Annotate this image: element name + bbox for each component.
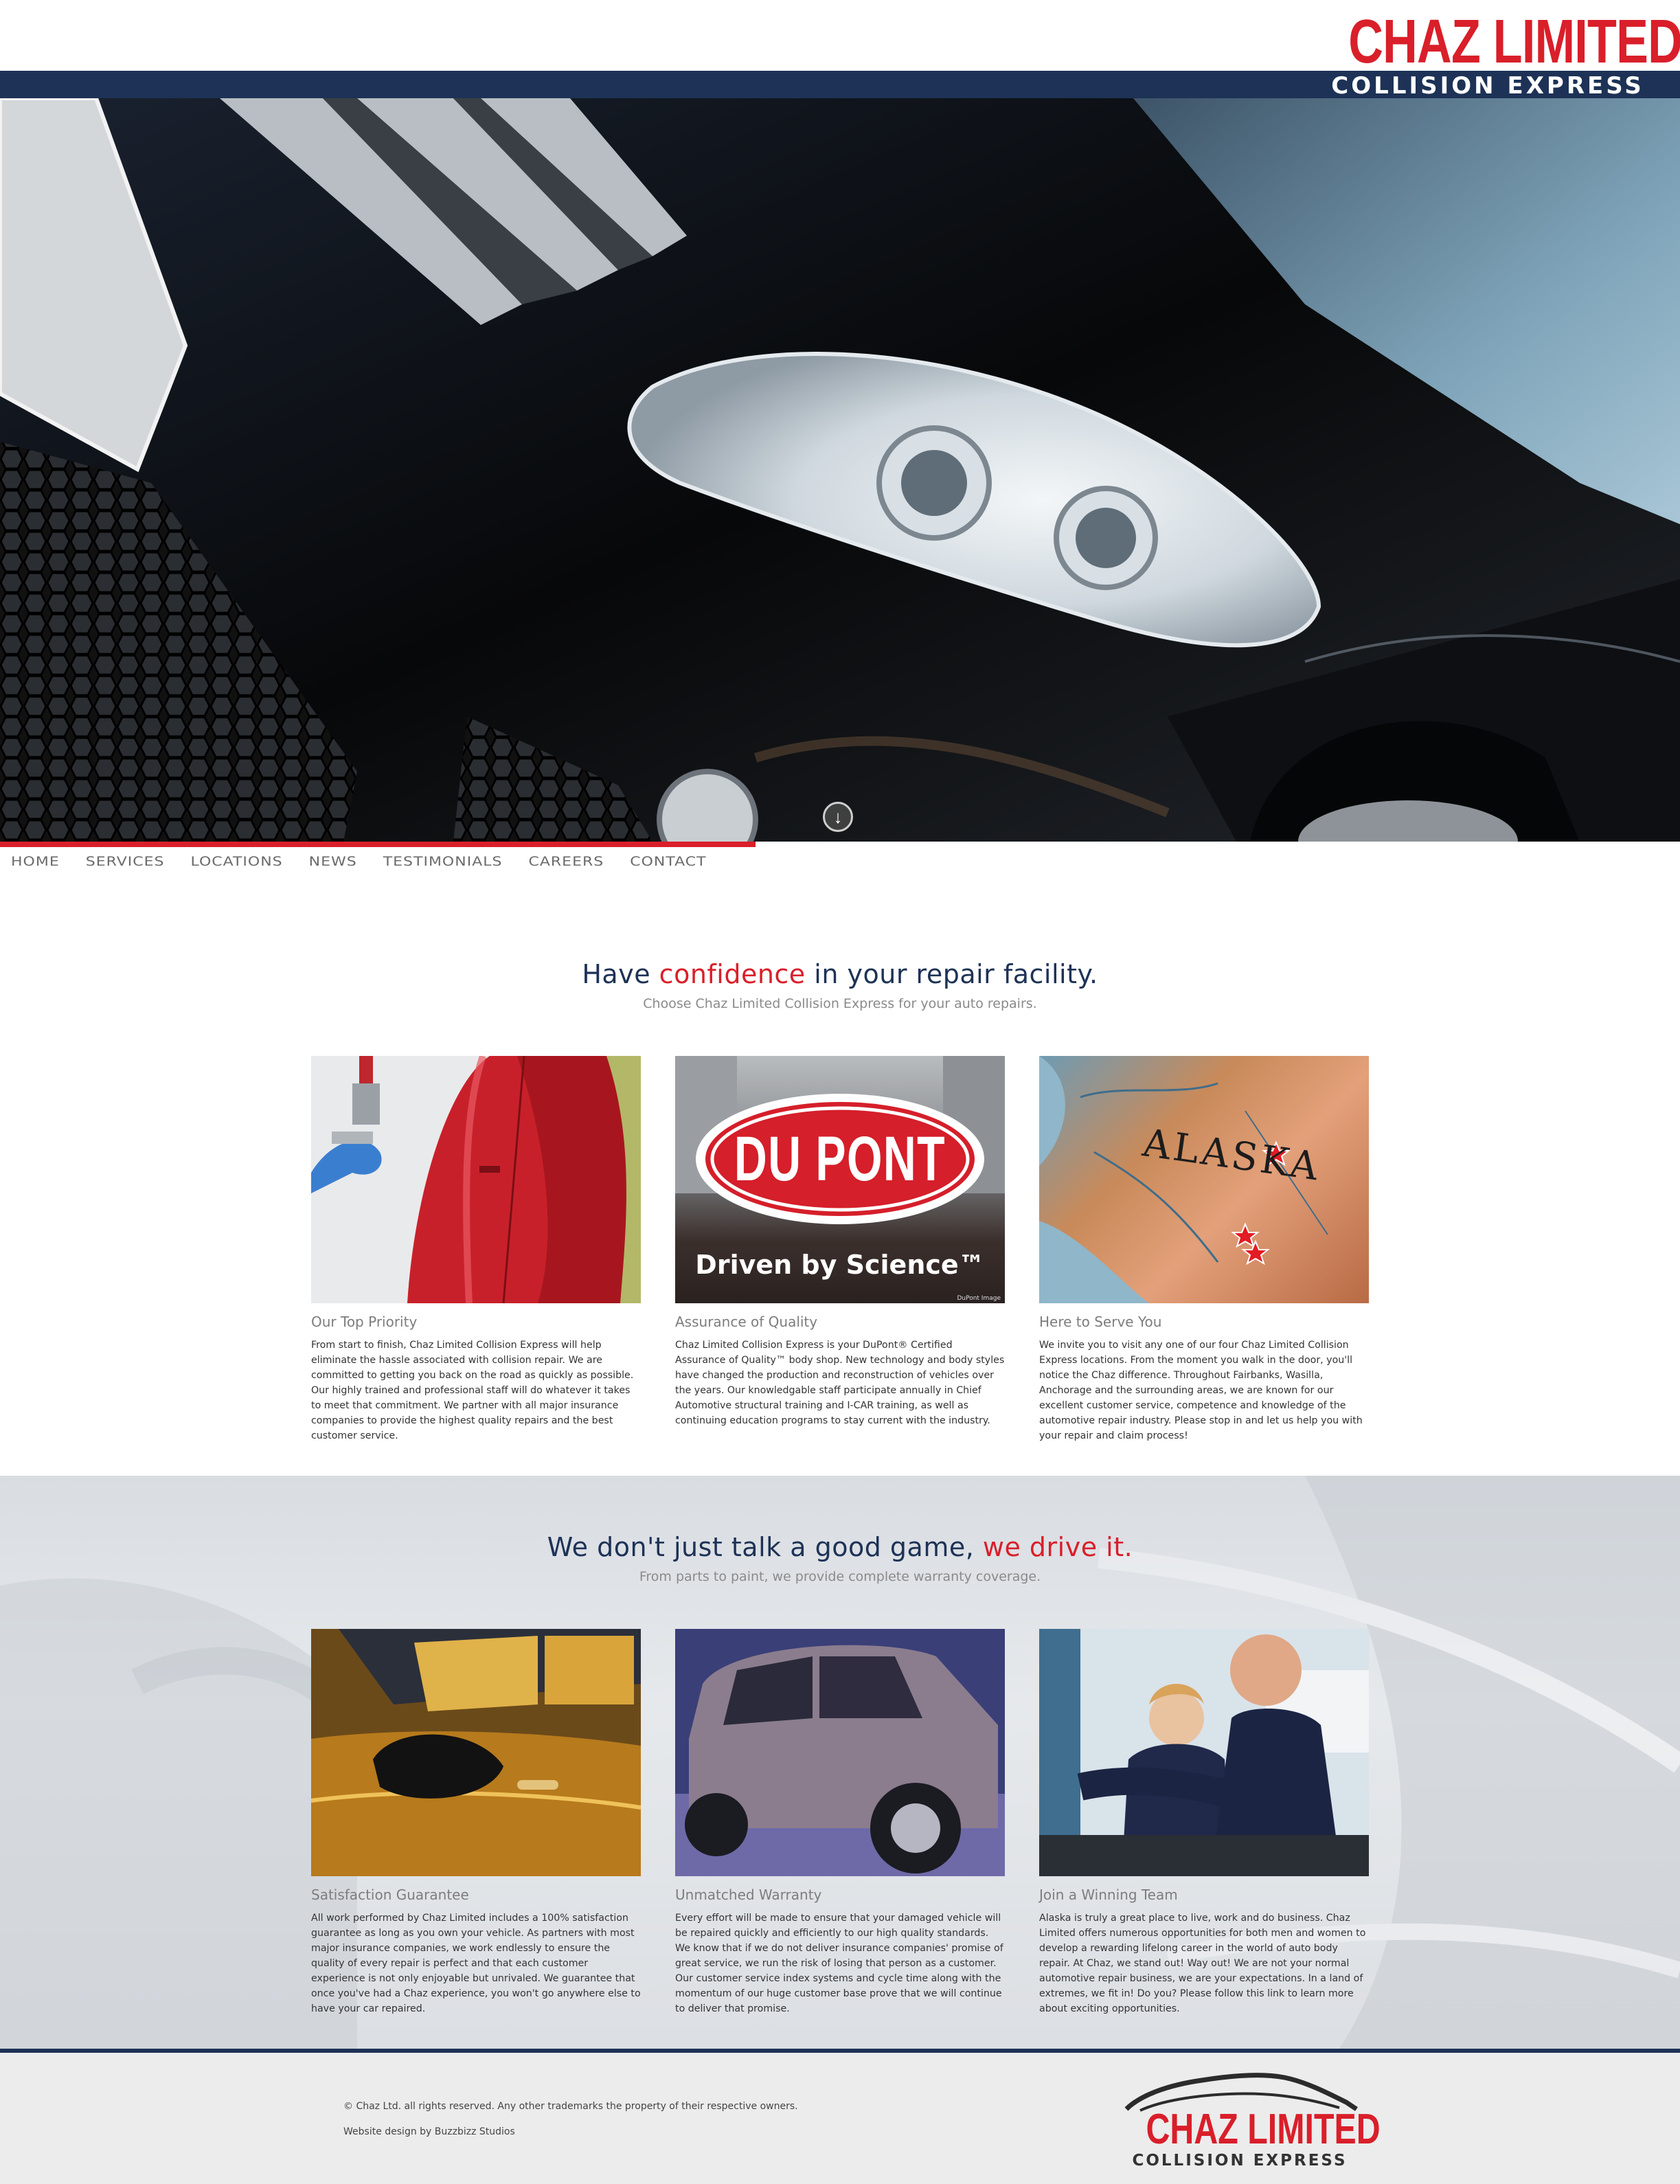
- section2-title-pre: We don't just talk a good game,: [547, 1532, 983, 1562]
- card-satisfaction-guarantee: Satisfaction Guarantee All work performe…: [311, 1629, 641, 2016]
- section1-title: Have confidence in your repair facility.: [0, 959, 1680, 989]
- card-image-painting: [311, 1056, 641, 1303]
- card-image-mechanics: [1039, 1629, 1369, 1876]
- section1-title-pre: Have: [582, 959, 659, 989]
- section2-title: We don't just talk a good game, we drive…: [0, 1532, 1680, 1562]
- card-title: Join a Winning Team: [1039, 1887, 1178, 1903]
- card-text: From start to finish, Chaz Limited Colli…: [311, 1340, 634, 1441]
- nav-item-news[interactable]: NEWS: [309, 853, 357, 871]
- footer-copyright: © Chaz Ltd. all rights reserved. Any oth…: [343, 2101, 798, 2112]
- dupont-image-credit: DuPont Image: [957, 1295, 1001, 1302]
- footer: [0, 2053, 1680, 2184]
- card-text: Chaz Limited Collision Express is your D…: [675, 1340, 1005, 1426]
- footer-brand-name: CHAZ LIMITED: [1146, 2106, 1381, 2153]
- card-title: Here to Serve You: [1039, 1314, 1162, 1330]
- card-text: Every effort will be made to ensure that…: [675, 1913, 1003, 2014]
- nav-item-contact[interactable]: CONTACT: [630, 853, 706, 871]
- nav-item-testimonials[interactable]: TESTIMONIALS: [383, 853, 503, 871]
- dupont-tagline: Driven by Science™: [695, 1250, 985, 1280]
- card-unmatched-warranty: Unmatched Warranty Every effort will be …: [675, 1629, 1005, 2016]
- nav-accent-line: [0, 842, 756, 847]
- hero-car-illustration: [0, 98, 1680, 842]
- card-title: Satisfaction Guarantee: [311, 1887, 469, 1903]
- footer-credit-link[interactable]: Website design by Buzzbizz Studios: [343, 2126, 515, 2137]
- section2-subtitle: From parts to paint, we provide complete…: [639, 1569, 1041, 1584]
- brand-logo[interactable]: CHAZ LIMITED COLLISION EXPRESS: [1309, 8, 1680, 100]
- footer-brand-logo[interactable]: CHAZ LIMITED COLLISION EXPRESS: [1120, 2068, 1381, 2171]
- card-text: Alaska is truly a great place to live, w…: [1039, 1913, 1366, 2014]
- brand-logo-tagline: COLLISION EXPRESS: [1331, 72, 1644, 100]
- card-assurance-quality: DU PONT Driven by Science™ DuPont Image …: [675, 1056, 1005, 1428]
- main-nav: HOME SERVICES LOCATIONS NEWS TESTIMONIAL…: [11, 852, 733, 873]
- card-title: Our Top Priority: [311, 1314, 418, 1330]
- card-join-team: Join a Winning Team Alaska is truly a gr…: [1039, 1629, 1369, 2016]
- card-title: Unmatched Warranty: [675, 1887, 822, 1903]
- card-here-to-serve: ALASKA Here to Serve You We invite you t…: [1039, 1056, 1369, 1443]
- nav-item-home[interactable]: HOME: [11, 853, 60, 871]
- brand-logo-name: CHAZ LIMITED: [1348, 8, 1680, 76]
- card-image-alaska-map: ALASKA: [1039, 1056, 1369, 1303]
- card-text: We invite you to visit any one of our fo…: [1039, 1340, 1363, 1441]
- card-image-golden-car: [311, 1629, 641, 1876]
- section1-title-post: in your repair facility.: [805, 959, 1098, 989]
- footer-brand-tagline: COLLISION EXPRESS: [1132, 2152, 1348, 2170]
- dupont-logo-text: DU PONT: [734, 1124, 946, 1194]
- section2-title-accent: we drive it.: [982, 1532, 1133, 1562]
- card-top-priority: Our Top Priority From start to finish, C…: [311, 1056, 641, 1443]
- card-image-dupont: DU PONT Driven by Science™ DuPont Image: [675, 1056, 1005, 1303]
- section1-title-accent: confidence: [659, 959, 806, 989]
- chevron-down-circle-icon[interactable]: ↓: [823, 802, 853, 832]
- nav-item-locations[interactable]: LOCATIONS: [190, 853, 282, 871]
- section1-subtitle: Choose Chaz Limited Collision Express fo…: [643, 996, 1037, 1011]
- nav-item-careers[interactable]: CAREERS: [528, 853, 604, 871]
- card-title: Assurance of Quality: [675, 1314, 818, 1330]
- nav-item-services[interactable]: SERVICES: [86, 853, 165, 871]
- card-image-minivan: [675, 1629, 1005, 1876]
- card-text: All work performed by Chaz Limited inclu…: [311, 1913, 641, 2014]
- hero-image: [0, 98, 1680, 842]
